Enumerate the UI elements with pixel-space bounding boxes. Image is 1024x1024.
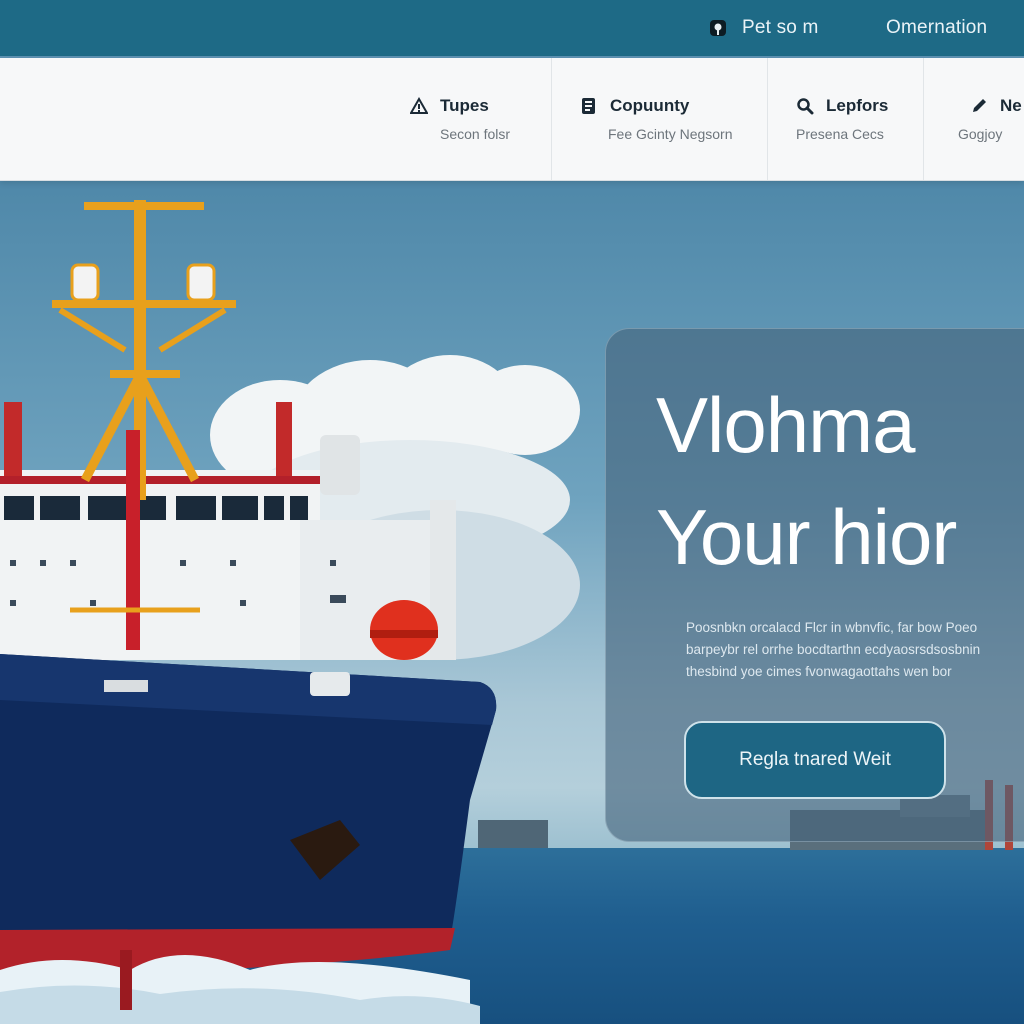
feature-community[interactable]: Copuunty Fee Gcinty Negsorn — [551, 58, 768, 180]
warning-icon — [410, 97, 428, 114]
description-line: barpeybr rel orrhe bocdtarthn ecdyaosrsd… — [686, 642, 981, 657]
feature-strip: Tupes Secon folsr Copuunty Fee Gcinty Ne… — [0, 58, 1024, 181]
search-icon — [797, 98, 814, 115]
hero-panel: Vlohma Your hior Poosnbkn orcalacd Flcr … — [605, 328, 1024, 842]
top-bar: Pet so m Omernation — [0, 0, 1024, 56]
hero-section: Vlohma Your hior Poosnbkn orcalacd Flcr … — [0, 180, 1024, 1024]
login-icon — [710, 20, 726, 36]
feature-explore[interactable]: Lepfors Presena Cecs — [767, 58, 924, 180]
feature-subtitle: Gogjoy — [958, 126, 1003, 142]
feature-title: Lepfors — [826, 96, 889, 115]
sign-in-link[interactable]: Pet so m — [708, 0, 819, 56]
description-line: Poosnbkn orcalacd Flcr in wbnvfic, far b… — [686, 620, 978, 635]
pencil-icon — [973, 99, 986, 112]
feature-subtitle: Presena Cecs — [796, 126, 884, 142]
hero-headline: Vlohma Your hior — [656, 369, 957, 593]
description-line: thesbind yoe cimes fvonwagaottahs wen bo… — [686, 664, 952, 679]
feature-news[interactable]: Ne Gogjoy — [923, 58, 1024, 180]
information-label: Omernation — [886, 17, 988, 38]
document-icon — [582, 98, 595, 114]
feature-subtitle: Secon folsr — [440, 126, 511, 142]
ship-image — [0, 200, 497, 1024]
register-button[interactable]: Regla tnared Weit — [684, 721, 946, 799]
headline-line: Your hior — [656, 493, 957, 581]
information-link[interactable]: Omernation — [886, 0, 987, 56]
feature-title: Tupes — [440, 96, 489, 115]
headline-line: Vlohma — [656, 381, 915, 469]
sign-in-label: Pet so m — [742, 17, 819, 38]
hero-description: Poosnbkn orcalacd Flcr in wbnvfic, far b… — [686, 617, 1024, 683]
feature-title: Ne — [1000, 96, 1022, 115]
feature-subtitle: Fee Gcinty Negsorn — [608, 126, 733, 142]
feature-title: Copuunty — [610, 96, 690, 115]
feature-types[interactable]: Tupes Secon folsr — [0, 58, 551, 180]
